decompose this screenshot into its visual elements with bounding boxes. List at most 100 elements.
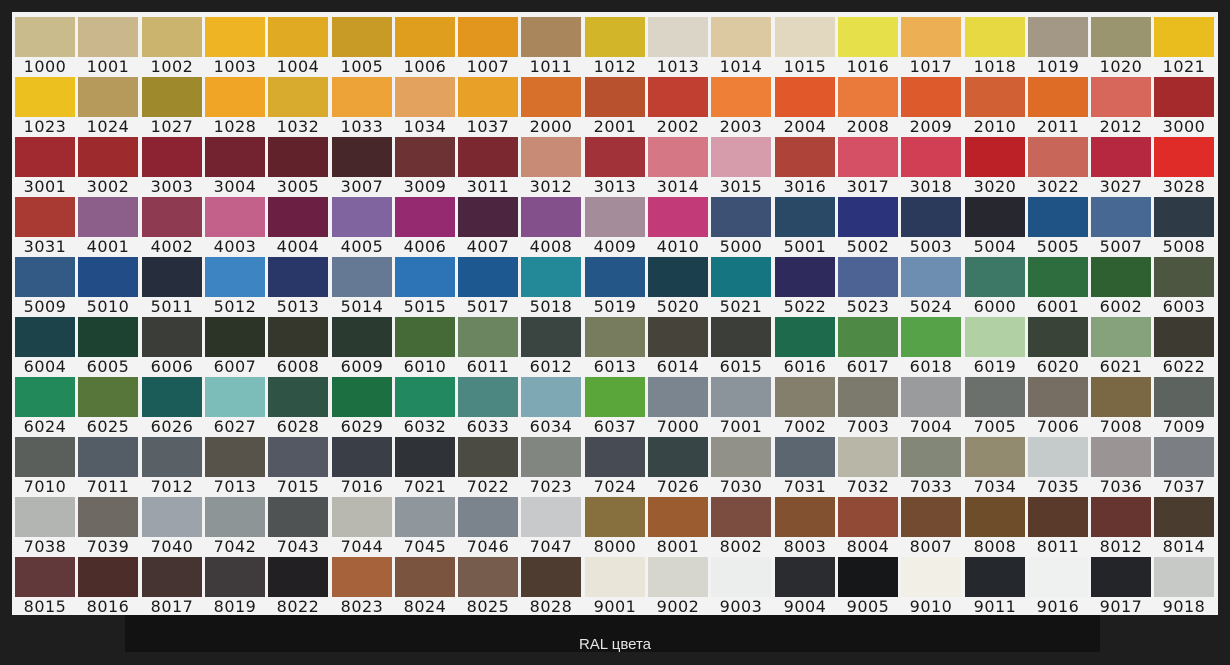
ral-swatch-7004: 7004 xyxy=(901,377,961,437)
ral-swatch-1021: 1021 xyxy=(1154,17,1214,77)
ral-swatch-6026: 6026 xyxy=(142,377,202,437)
ral-code-label: 8011 xyxy=(1036,537,1080,556)
color-sample xyxy=(838,17,898,57)
ral-swatch-2004: 2004 xyxy=(775,77,835,137)
ral-code-label: 5013 xyxy=(276,297,320,316)
ral-swatch-2003: 2003 xyxy=(711,77,771,137)
color-sample xyxy=(458,437,518,477)
color-sample xyxy=(775,557,835,597)
ral-code-label: 7003 xyxy=(846,417,890,436)
ral-swatch-1014: 1014 xyxy=(711,17,771,77)
ral-code-label: 6007 xyxy=(213,357,257,376)
color-sample xyxy=(268,317,328,357)
ral-swatch-1002: 1002 xyxy=(142,17,202,77)
ral-swatch-6010: 6010 xyxy=(395,317,455,377)
ral-code-label: 7006 xyxy=(1036,417,1080,436)
color-sample xyxy=(521,77,581,117)
ral-code-label: 9005 xyxy=(846,597,890,616)
ral-code-label: 6004 xyxy=(23,357,67,376)
ral-swatch-2002: 2002 xyxy=(648,77,708,137)
ral-swatch-7022: 7022 xyxy=(458,437,518,497)
ral-swatch-5023: 5023 xyxy=(838,257,898,317)
color-sample xyxy=(458,377,518,417)
ral-code-label: 5023 xyxy=(846,297,890,316)
ral-swatch-1028: 1028 xyxy=(205,77,265,137)
ral-swatch-7039: 7039 xyxy=(78,497,138,557)
color-sample xyxy=(585,557,645,597)
ral-swatch-9004: 9004 xyxy=(775,557,835,617)
ral-code-label: 6028 xyxy=(276,417,320,436)
color-sample xyxy=(838,377,898,417)
color-sample xyxy=(648,77,708,117)
ral-swatch-3011: 3011 xyxy=(458,137,518,197)
color-sample xyxy=(965,257,1025,297)
ral-code-label: 7037 xyxy=(1162,477,1206,496)
ral-code-label: 3011 xyxy=(466,177,510,196)
ral-swatch-5009: 5009 xyxy=(15,257,75,317)
color-sample xyxy=(901,557,961,597)
ral-code-label: 6025 xyxy=(86,417,130,436)
color-sample xyxy=(1028,437,1088,477)
ral-code-label: 6008 xyxy=(276,357,320,376)
ral-swatch-3002: 3002 xyxy=(78,137,138,197)
ral-code-label: 6026 xyxy=(150,417,194,436)
ral-swatch-3016: 3016 xyxy=(775,137,835,197)
ral-swatch-6009: 6009 xyxy=(332,317,392,377)
color-sample xyxy=(142,317,202,357)
color-sample xyxy=(458,317,518,357)
color-sample xyxy=(901,17,961,57)
ral-code-label: 1001 xyxy=(86,57,130,76)
ral-code-label: 4002 xyxy=(150,237,194,256)
ral-code-label: 7024 xyxy=(593,477,637,496)
ral-code-label: 1011 xyxy=(529,57,573,76)
ral-swatch-1023: 1023 xyxy=(15,77,75,137)
ral-code-label: 8007 xyxy=(909,537,953,556)
color-sample xyxy=(965,497,1025,537)
ral-code-label: 7013 xyxy=(213,477,257,496)
ral-swatch-9011: 9011 xyxy=(965,557,1025,617)
ral-swatch-8015: 8015 xyxy=(15,557,75,617)
ral-swatch-6011: 6011 xyxy=(458,317,518,377)
color-sample xyxy=(205,317,265,357)
color-sample xyxy=(1028,17,1088,57)
color-sample xyxy=(965,17,1025,57)
ral-code-label: 9011 xyxy=(973,597,1017,616)
ral-code-label: 3012 xyxy=(529,177,573,196)
ral-code-label: 1034 xyxy=(403,117,447,136)
color-sample xyxy=(901,377,961,417)
ral-swatch-9018: 9018 xyxy=(1154,557,1214,617)
ral-code-label: 6012 xyxy=(529,357,573,376)
ral-code-label: 3001 xyxy=(23,177,67,196)
color-sample xyxy=(15,77,75,117)
color-sample xyxy=(78,77,138,117)
ral-code-label: 1032 xyxy=(276,117,320,136)
ral-code-label: 7004 xyxy=(909,417,953,436)
ral-swatch-5011: 5011 xyxy=(142,257,202,317)
color-sample xyxy=(1091,77,1151,117)
color-sample xyxy=(78,497,138,537)
color-sample xyxy=(711,17,771,57)
ral-swatch-7002: 7002 xyxy=(775,377,835,437)
ral-code-label: 7016 xyxy=(340,477,384,496)
color-sample xyxy=(648,317,708,357)
ral-code-label: 2008 xyxy=(846,117,890,136)
color-sample xyxy=(838,257,898,297)
ral-code-label: 3031 xyxy=(23,237,67,256)
color-sample xyxy=(15,557,75,597)
ral-swatch-9017: 9017 xyxy=(1091,557,1151,617)
ral-code-label: 5005 xyxy=(1036,237,1080,256)
ral-code-label: 7030 xyxy=(719,477,763,496)
ral-swatch-1032: 1032 xyxy=(268,77,328,137)
ral-swatch-6024: 6024 xyxy=(15,377,75,437)
ral-code-label: 6005 xyxy=(86,357,130,376)
ral-code-label: 3027 xyxy=(1099,177,1143,196)
ral-code-label: 1017 xyxy=(909,57,953,76)
ral-code-label: 6001 xyxy=(1036,297,1080,316)
ral-swatch-3013: 3013 xyxy=(585,137,645,197)
color-sample xyxy=(142,557,202,597)
ral-code-label: 1004 xyxy=(276,57,320,76)
color-sample xyxy=(711,317,771,357)
ral-code-label: 2001 xyxy=(593,117,637,136)
ral-code-label: 3004 xyxy=(213,177,257,196)
ral-swatch-7015: 7015 xyxy=(268,437,328,497)
